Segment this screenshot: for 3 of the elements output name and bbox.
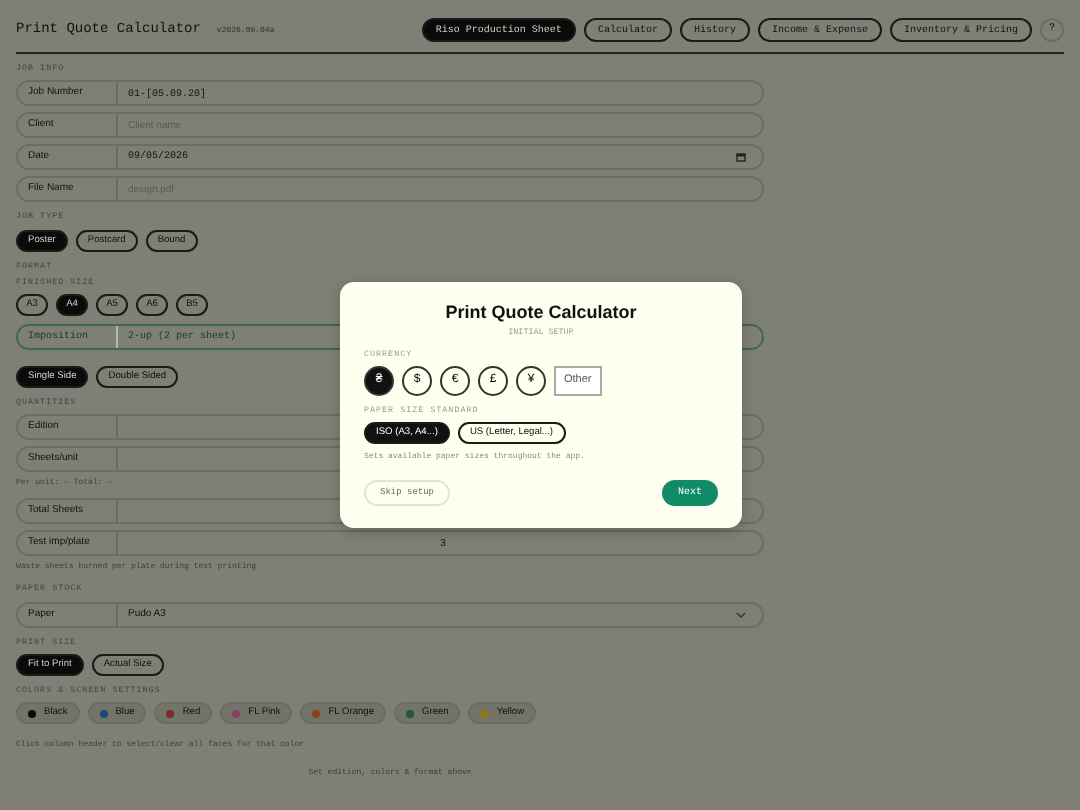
calendar-icon[interactable] <box>736 152 746 163</box>
chevron-down-icon <box>736 611 746 618</box>
dialog-title: Print Quote Calculator <box>443 300 639 326</box>
